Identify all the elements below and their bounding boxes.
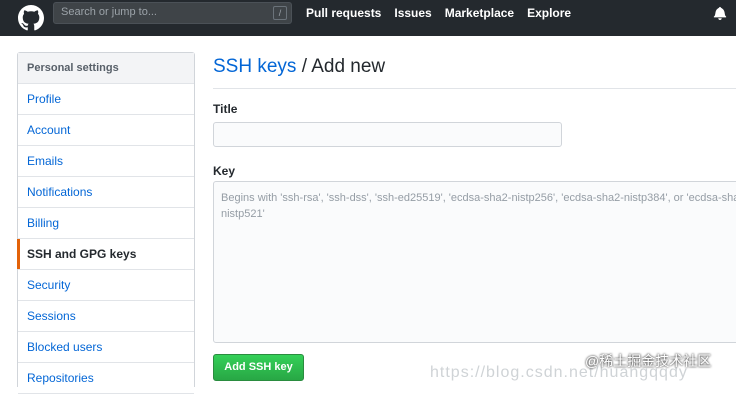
nav-pull-requests[interactable]: Pull requests [306,6,381,20]
juejin-watermark: @稀土掘金技术社区 [585,353,712,369]
sidebar-item-notifications[interactable]: Notifications [18,177,194,208]
page-title-rest: / Add new [296,56,386,77]
sidebar-item-profile[interactable]: Profile [18,84,194,115]
header-nav: Pull requests Issues Marketplace Explore [306,6,571,20]
sidebar-item-sessions[interactable]: Sessions [18,301,194,332]
search-placeholder: Search or jump to... [61,6,157,18]
sidebar-item-security[interactable]: Security [18,270,194,301]
title-field[interactable] [213,122,562,147]
search-input[interactable]: Search or jump to... / [53,2,292,24]
global-header: Search or jump to... / Pull requests Iss… [0,0,736,36]
settings-sidebar: Personal settings Profile Account Emails… [17,52,195,394]
nav-marketplace[interactable]: Marketplace [445,6,514,20]
sidebar-item-ssh-gpg-keys[interactable]: SSH and GPG keys [17,239,194,270]
nav-issues[interactable]: Issues [394,6,431,20]
sidebar-heading: Personal settings [18,53,194,84]
sidebar-item-emails[interactable]: Emails [18,146,194,177]
bell-icon[interactable] [713,6,727,20]
sidebar-item-account[interactable]: Account [18,115,194,146]
slash-shortcut-icon: / [273,6,287,20]
nav-explore[interactable]: Explore [527,6,571,20]
sidebar-item-billing[interactable]: Billing [18,208,194,239]
sidebar-item-blocked-users[interactable]: Blocked users [18,332,194,363]
sidebar-item-repositories[interactable]: Repositories [18,363,194,394]
title-divider [213,88,736,89]
page-title: SSH keys / Add new [213,56,385,78]
ssh-keys-breadcrumb-link[interactable]: SSH keys [213,56,296,77]
github-logo-icon[interactable] [18,5,44,31]
key-field-placeholder: Begins with 'ssh-rsa', 'ssh-dss', 'ssh-e… [221,192,736,220]
key-field-label: Key [213,164,236,178]
add-ssh-key-button[interactable]: Add SSH key [213,354,304,381]
title-field-label: Title [213,102,238,116]
key-field[interactable]: Begins with 'ssh-rsa', 'ssh-dss', 'ssh-e… [213,181,736,343]
